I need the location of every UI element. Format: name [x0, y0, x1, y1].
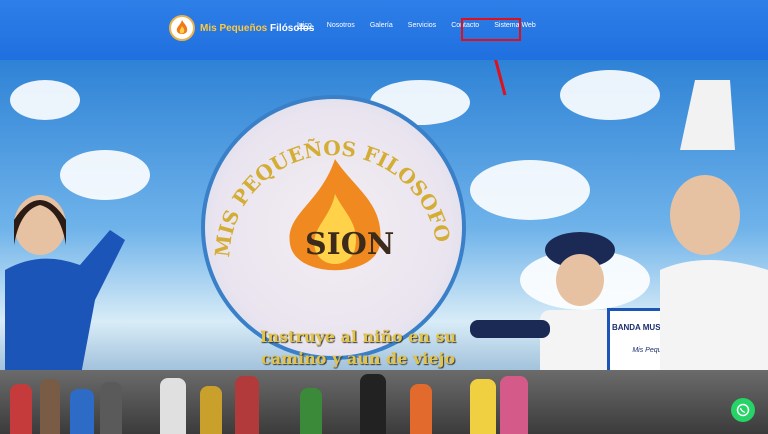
child-photo-left [5, 195, 125, 380]
child [40, 379, 60, 434]
hero-banner: MIS PEQUEÑOS FILOSOFOS SION Instruye al … [0, 60, 768, 434]
child [10, 384, 32, 434]
child [500, 376, 528, 434]
nav-inicio[interactable]: Inico [297, 22, 312, 29]
arrow-annotation-icon [494, 60, 507, 96]
crowd-of-children [0, 370, 768, 434]
child [100, 382, 122, 434]
cloud [560, 70, 660, 120]
whatsapp-button[interactable] [731, 398, 755, 422]
child [235, 376, 259, 434]
child [200, 386, 222, 434]
school-emblem: MIS PEQUEÑOS FILOSOFOS SION [201, 95, 466, 360]
child [160, 378, 186, 434]
emblem-center-text: SION [305, 227, 395, 262]
cloud [470, 160, 590, 220]
brand-name-part1: Mis Pequeños [200, 22, 268, 34]
nav-nosotros[interactable]: Nosotros [327, 22, 355, 29]
child [300, 388, 322, 434]
cloud [10, 80, 80, 120]
site-header: Mis Pequeños Filósofos Inico Nosotros Ga… [0, 0, 768, 60]
nav-servicios[interactable]: Servicios [408, 22, 436, 29]
logo-flame-icon [169, 15, 195, 41]
whatsapp-icon [736, 403, 750, 417]
child [360, 374, 386, 434]
sistema-web-highlight-box [461, 18, 521, 41]
nav-galeria[interactable]: Galería [370, 22, 393, 29]
child [70, 389, 94, 434]
child [410, 384, 432, 434]
brand[interactable]: Mis Pequeños Filósofos [169, 15, 314, 41]
child [470, 379, 496, 434]
